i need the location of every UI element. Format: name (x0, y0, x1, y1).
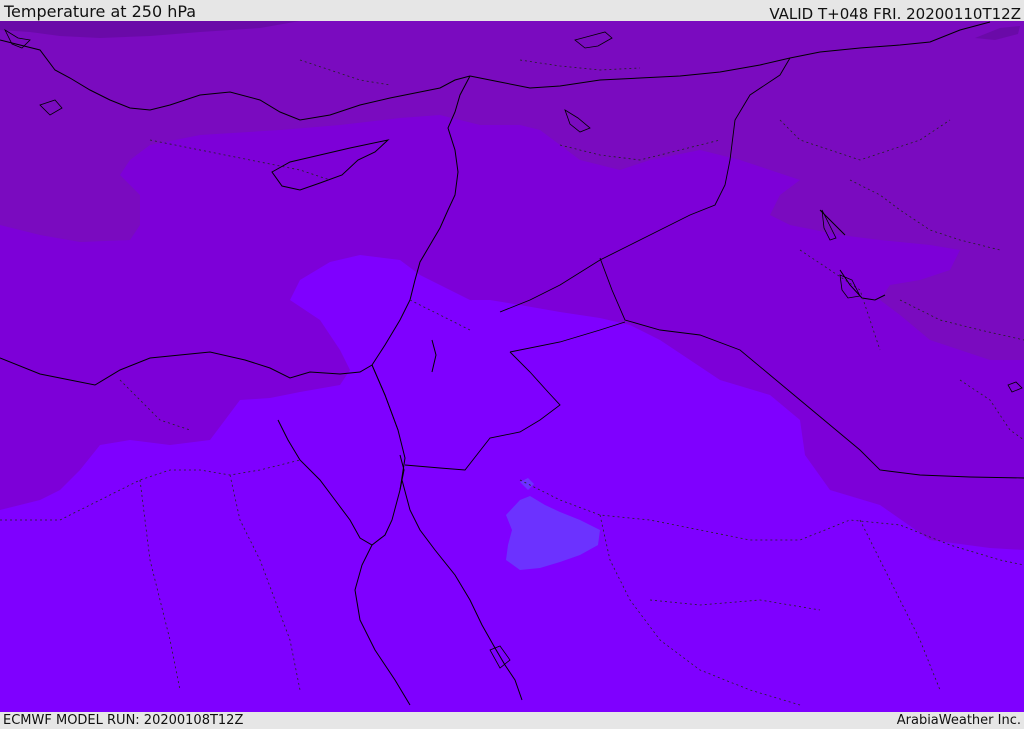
map-title: Temperature at 250 hPa (4, 2, 197, 21)
header-bar: Temperature at 250 hPa VALID T+048 FRI. … (0, 0, 1024, 23)
map-viewer: Temperature at 250 hPa VALID T+048 FRI. … (0, 0, 1024, 729)
temperature-map (0, 21, 1024, 712)
credit-label: ArabiaWeather Inc. (896, 713, 1021, 728)
model-run-label: ECMWF MODEL RUN: 20200108T12Z (3, 713, 244, 728)
